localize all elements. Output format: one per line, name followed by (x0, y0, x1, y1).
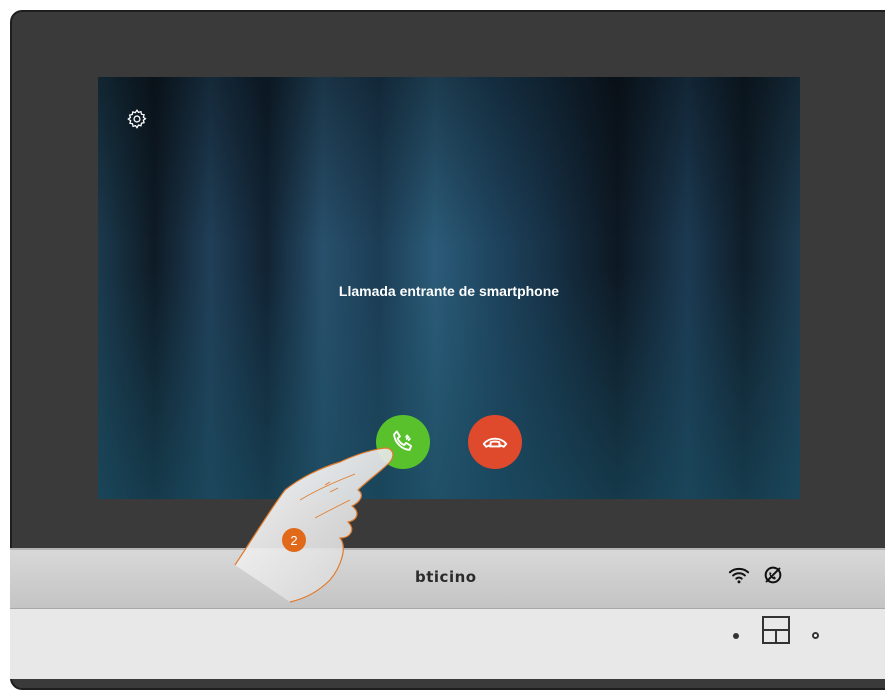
incoming-call-message: Llamada entrante de smartphone (338, 283, 560, 299)
home-touch-key[interactable] (762, 616, 790, 644)
no-ring-icon (764, 566, 782, 584)
touch-screen: Llamada entrante de smartphone (98, 77, 800, 499)
led-indicator (733, 633, 739, 639)
hang-up-button[interactable] (468, 415, 522, 469)
phone-hangup-icon (482, 437, 508, 448)
device-bezel: bticino (10, 548, 885, 610)
step-number-badge: 2 (282, 528, 306, 552)
finger-pointer-illustration (234, 447, 394, 603)
gear-icon[interactable] (126, 108, 148, 130)
wifi-icon (728, 567, 750, 584)
microphone-hole (812, 632, 819, 639)
device-bottom-panel (10, 608, 885, 679)
